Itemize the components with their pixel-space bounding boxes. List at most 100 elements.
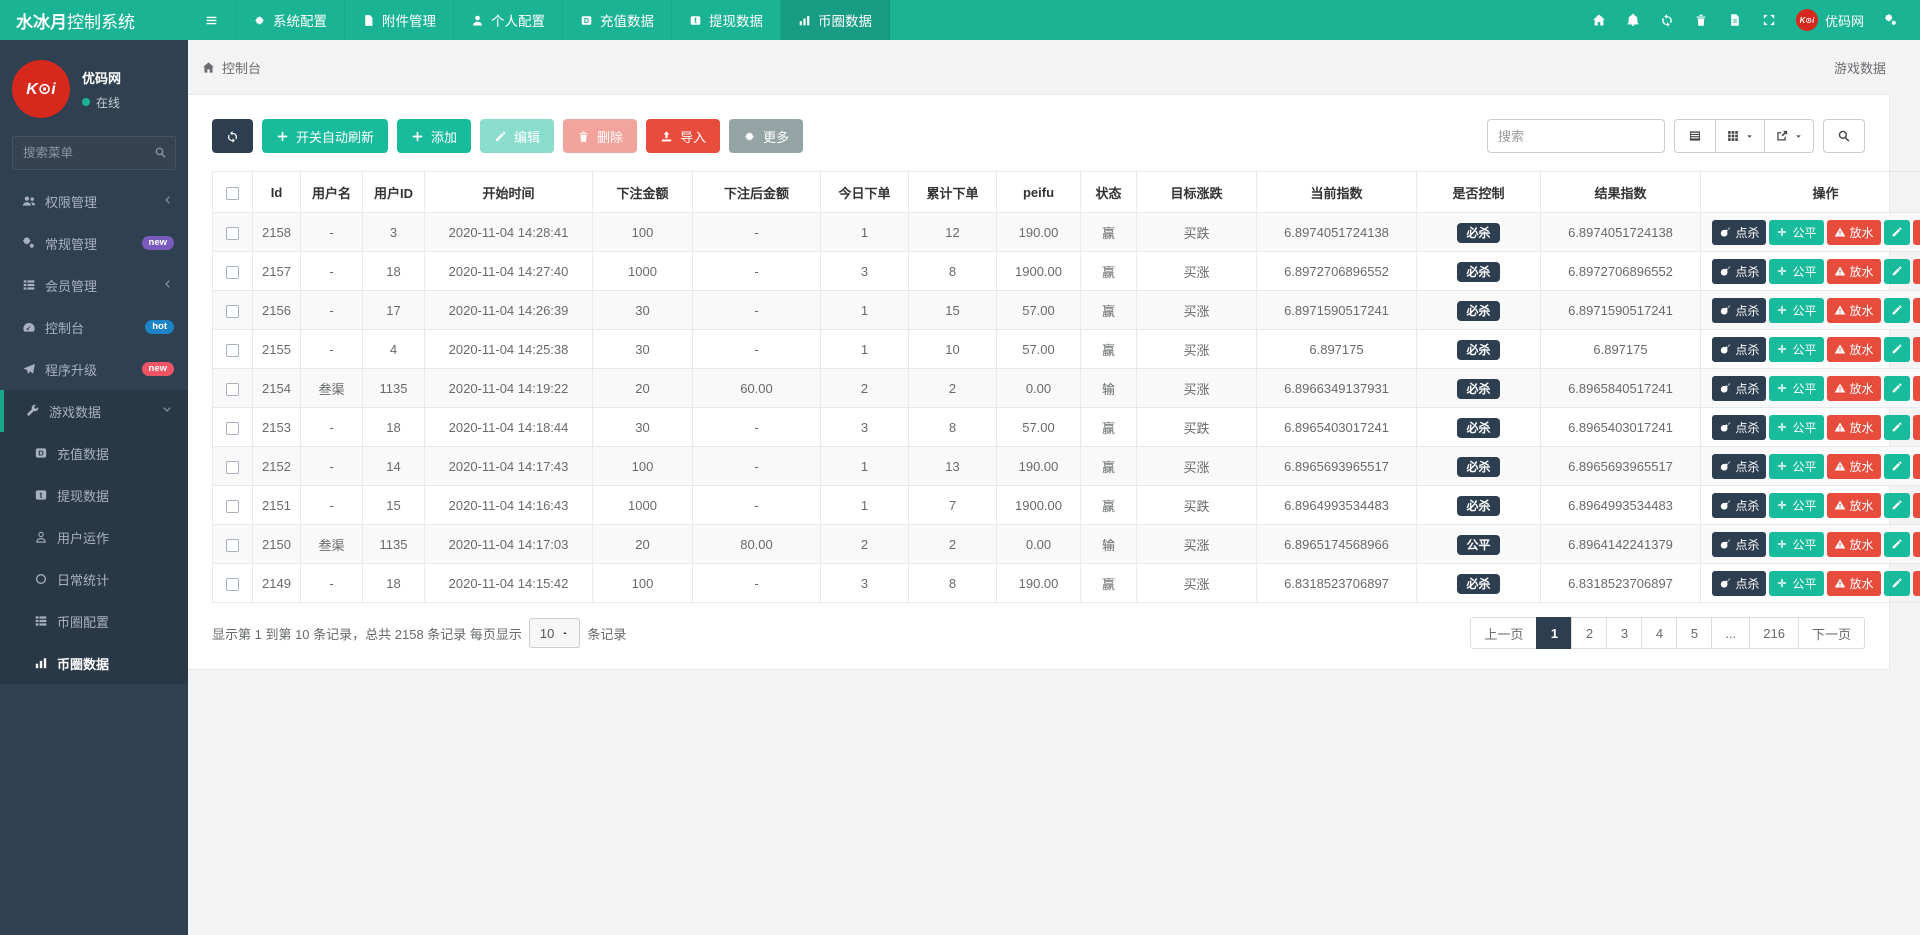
column-header[interactable]: peifu — [997, 172, 1081, 213]
edit-button[interactable] — [1884, 454, 1910, 479]
release-button[interactable]: 放水 — [1827, 571, 1881, 596]
breadcrumb[interactable]: 控制台 — [202, 58, 261, 77]
row-checkbox[interactable] — [226, 461, 239, 474]
row-checkbox[interactable] — [226, 500, 239, 513]
nav-item-recharge-data[interactable]: D充值数据 — [563, 0, 672, 40]
sidebar-item-permission-management[interactable]: 权限管理 — [0, 180, 188, 222]
fair-button[interactable]: 公平 — [1769, 220, 1823, 245]
fair-button[interactable]: 公平 — [1769, 259, 1823, 284]
nav-item-personal-config[interactable]: 个人配置 — [454, 0, 563, 40]
kill-button[interactable]: 点杀 — [1712, 376, 1766, 401]
column-header[interactable]: 是否控制 — [1417, 172, 1541, 213]
sidebar-item-game-data[interactable]: 游戏数据 — [0, 390, 188, 432]
notifications-button[interactable] — [1616, 0, 1650, 40]
select-all-checkbox[interactable] — [213, 172, 253, 213]
row-checkbox[interactable] — [226, 227, 239, 240]
fair-button[interactable]: 公平 — [1769, 571, 1823, 596]
document-button[interactable] — [1718, 0, 1752, 40]
table-search-input[interactable] — [1487, 119, 1665, 153]
release-button[interactable]: 放水 — [1827, 298, 1881, 323]
column-header[interactable]: Id — [253, 172, 301, 213]
page-size-select[interactable]: 10 — [529, 618, 580, 648]
more-button[interactable]: 更多 — [729, 119, 803, 153]
kill-button[interactable]: 点杀 — [1712, 532, 1766, 557]
column-header[interactable]: 目标涨跌 — [1137, 172, 1257, 213]
edit-button[interactable] — [1884, 376, 1910, 401]
row-checkbox[interactable] — [226, 383, 239, 396]
edit-button[interactable] — [1884, 532, 1910, 557]
release-button[interactable]: 放水 — [1827, 532, 1881, 557]
fair-button[interactable]: 公平 — [1769, 493, 1823, 518]
delete-button[interactable] — [1913, 259, 1920, 284]
column-header[interactable]: 状态 — [1081, 172, 1137, 213]
sidebar-item-console[interactable]: 控制台hot — [0, 306, 188, 348]
toggle-pagination-button[interactable] — [1674, 119, 1716, 153]
column-header[interactable]: 用户ID — [363, 172, 425, 213]
edit-button[interactable] — [1884, 337, 1910, 362]
fair-button[interactable]: 公平 — [1769, 454, 1823, 479]
kill-button[interactable]: 点杀 — [1712, 298, 1766, 323]
column-header[interactable]: 用户名 — [301, 172, 363, 213]
kill-button[interactable]: 点杀 — [1712, 259, 1766, 284]
delete-button[interactable] — [1913, 454, 1920, 479]
delete-button[interactable]: 删除 — [563, 119, 637, 153]
clear-cache-button[interactable] — [1684, 0, 1718, 40]
refresh-button[interactable] — [212, 119, 253, 153]
row-checkbox[interactable] — [226, 305, 239, 318]
column-header[interactable]: 下注后金额 — [693, 172, 821, 213]
release-button[interactable]: 放水 — [1827, 376, 1881, 401]
nav-item-menu-toggle[interactable] — [188, 0, 236, 40]
sidebar-search-input[interactable] — [12, 136, 176, 170]
kill-button[interactable]: 点杀 — [1712, 415, 1766, 440]
delete-button[interactable] — [1913, 220, 1920, 245]
edit-button[interactable] — [1884, 415, 1910, 440]
delete-button[interactable] — [1913, 376, 1920, 401]
home-button[interactable] — [1582, 0, 1616, 40]
row-checkbox[interactable] — [226, 266, 239, 279]
page-4[interactable]: 4 — [1641, 617, 1677, 649]
toggle-auto-refresh-button[interactable]: 开关自动刷新 — [262, 119, 388, 153]
column-header[interactable]: 开始时间 — [425, 172, 593, 213]
column-header[interactable]: 操作 — [1701, 172, 1920, 213]
fair-button[interactable]: 公平 — [1769, 415, 1823, 440]
edit-button[interactable] — [1884, 298, 1910, 323]
release-button[interactable]: 放水 — [1827, 220, 1881, 245]
refresh-button[interactable] — [1650, 0, 1684, 40]
sidebar-item-daily-statistics[interactable]: 日常统计 — [0, 558, 188, 600]
column-header[interactable]: 结果指数 — [1541, 172, 1701, 213]
search-button[interactable] — [1823, 119, 1865, 153]
delete-button[interactable] — [1913, 532, 1920, 557]
sidebar-item-general-management[interactable]: 常规管理new — [0, 222, 188, 264]
sidebar-item-coin-config[interactable]: 币圈配置 — [0, 600, 188, 642]
kill-button[interactable]: 点杀 — [1712, 571, 1766, 596]
column-header[interactable]: 下注金额 — [593, 172, 693, 213]
fair-button[interactable]: 公平 — [1769, 376, 1823, 401]
delete-button[interactable] — [1913, 337, 1920, 362]
page-1[interactable]: 1 — [1536, 617, 1572, 649]
kill-button[interactable]: 点杀 — [1712, 493, 1766, 518]
sidebar-item-withdraw-data[interactable]: t提现数据 — [0, 474, 188, 516]
export-button[interactable] — [1765, 119, 1814, 153]
sidebar-item-user-operation[interactable]: 用户运作 — [0, 516, 188, 558]
edit-button[interactable] — [1884, 259, 1910, 284]
nav-item-attachment-management[interactable]: 附件管理 — [345, 0, 454, 40]
release-button[interactable]: 放水 — [1827, 415, 1881, 440]
kill-button[interactable]: 点杀 — [1712, 454, 1766, 479]
edit-button[interactable] — [1884, 493, 1910, 518]
edit-button[interactable]: 编辑 — [480, 119, 554, 153]
release-button[interactable]: 放水 — [1827, 454, 1881, 479]
page-ellipsis[interactable]: ... — [1711, 617, 1750, 649]
sidebar-item-member-management[interactable]: 会员管理 — [0, 264, 188, 306]
delete-button[interactable] — [1913, 415, 1920, 440]
page-next[interactable]: 下一页 — [1798, 617, 1865, 649]
edit-button[interactable] — [1884, 220, 1910, 245]
import-button[interactable]: 导入 — [646, 119, 720, 153]
nav-item-system-config[interactable]: 系统配置 — [236, 0, 345, 40]
fullscreen-button[interactable] — [1752, 0, 1786, 40]
page-2[interactable]: 2 — [1571, 617, 1607, 649]
nav-item-withdraw-data[interactable]: t提现数据 — [672, 0, 781, 40]
edit-button[interactable] — [1884, 571, 1910, 596]
sidebar-item-program-upgrade[interactable]: 程序升级new — [0, 348, 188, 390]
row-checkbox[interactable] — [226, 422, 239, 435]
page-5[interactable]: 5 — [1676, 617, 1712, 649]
